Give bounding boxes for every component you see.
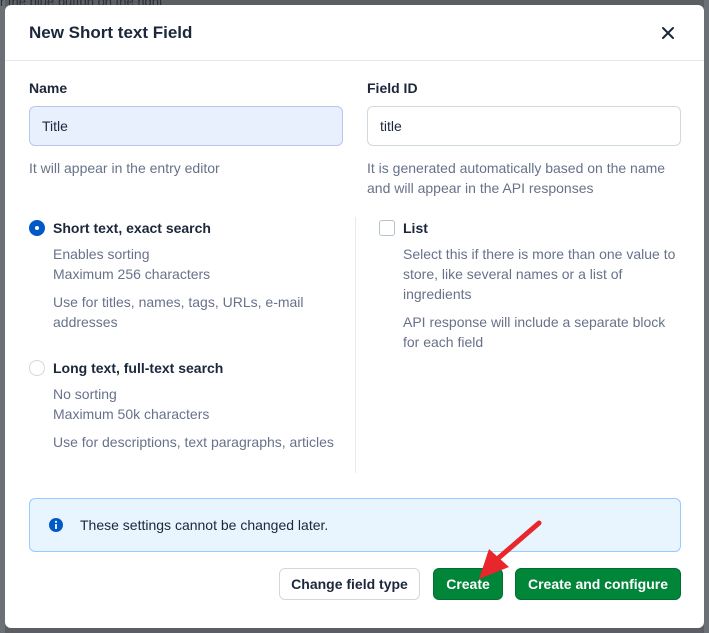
dialog-header: New Short text Field <box>5 5 704 61</box>
short-text-option: Short text, exact search Enables sorting… <box>29 220 343 332</box>
short-text-label[interactable]: Short text, exact search <box>53 220 211 236</box>
field-id-input[interactable] <box>367 106 681 146</box>
short-text-desc-sorting: Enables sorting <box>53 246 150 262</box>
create-button[interactable]: Create <box>433 568 503 600</box>
long-text-desc-sorting: No sorting <box>53 386 117 402</box>
short-text-radio-row[interactable]: Short text, exact search <box>29 220 343 236</box>
background-edge-right <box>704 0 709 633</box>
long-text-radio-row[interactable]: Long text, full-text search <box>29 360 343 376</box>
close-button[interactable] <box>656 21 680 45</box>
short-text-radio[interactable] <box>29 220 45 236</box>
list-option: List Select this if there is more than o… <box>379 220 681 352</box>
long-text-radio[interactable] <box>29 360 45 376</box>
list-desc-select: Select this if there is more than one va… <box>403 246 676 302</box>
long-text-desc-max: Maximum 50k characters <box>53 406 210 422</box>
short-text-desc-max: Maximum 256 characters <box>53 266 211 282</box>
dialog-title: New Short text Field <box>29 22 193 42</box>
close-icon <box>662 26 674 39</box>
long-text-option: Long text, full-text search No sorting M… <box>29 360 343 452</box>
long-text-desc-usage: Use for descriptions, text paragraphs, a… <box>53 434 334 450</box>
info-note-text: These settings cannot be changed later. <box>80 517 329 533</box>
info-icon <box>49 518 63 532</box>
field-id-group: Field ID It is generated automatically b… <box>367 80 681 198</box>
name-input[interactable] <box>29 106 343 146</box>
long-text-label[interactable]: Long text, full-text search <box>53 360 223 376</box>
create-and-configure-button[interactable]: Create and configure <box>515 568 681 600</box>
list-desc-api: API response will include a separate blo… <box>403 314 666 350</box>
list-label[interactable]: List <box>403 220 428 236</box>
list-checkbox-row[interactable]: List <box>379 220 681 236</box>
short-text-desc-usage: Use for titles, names, tags, URLs, e-mai… <box>53 294 304 330</box>
name-label: Name <box>29 80 68 96</box>
field-id-help-text: It is generated automatically based on t… <box>367 160 666 196</box>
new-field-dialog: New Short text Field Name It will appear… <box>5 5 704 628</box>
name-field-group: Name It will appear in the entry editor <box>29 80 343 178</box>
field-id-label: Field ID <box>367 80 418 96</box>
info-note: These settings cannot be changed later. <box>29 498 681 552</box>
options-divider <box>355 217 356 473</box>
list-checkbox[interactable] <box>379 220 395 236</box>
change-field-type-button[interactable]: Change field type <box>279 568 420 600</box>
name-help-text: It will appear in the entry editor <box>29 160 220 176</box>
